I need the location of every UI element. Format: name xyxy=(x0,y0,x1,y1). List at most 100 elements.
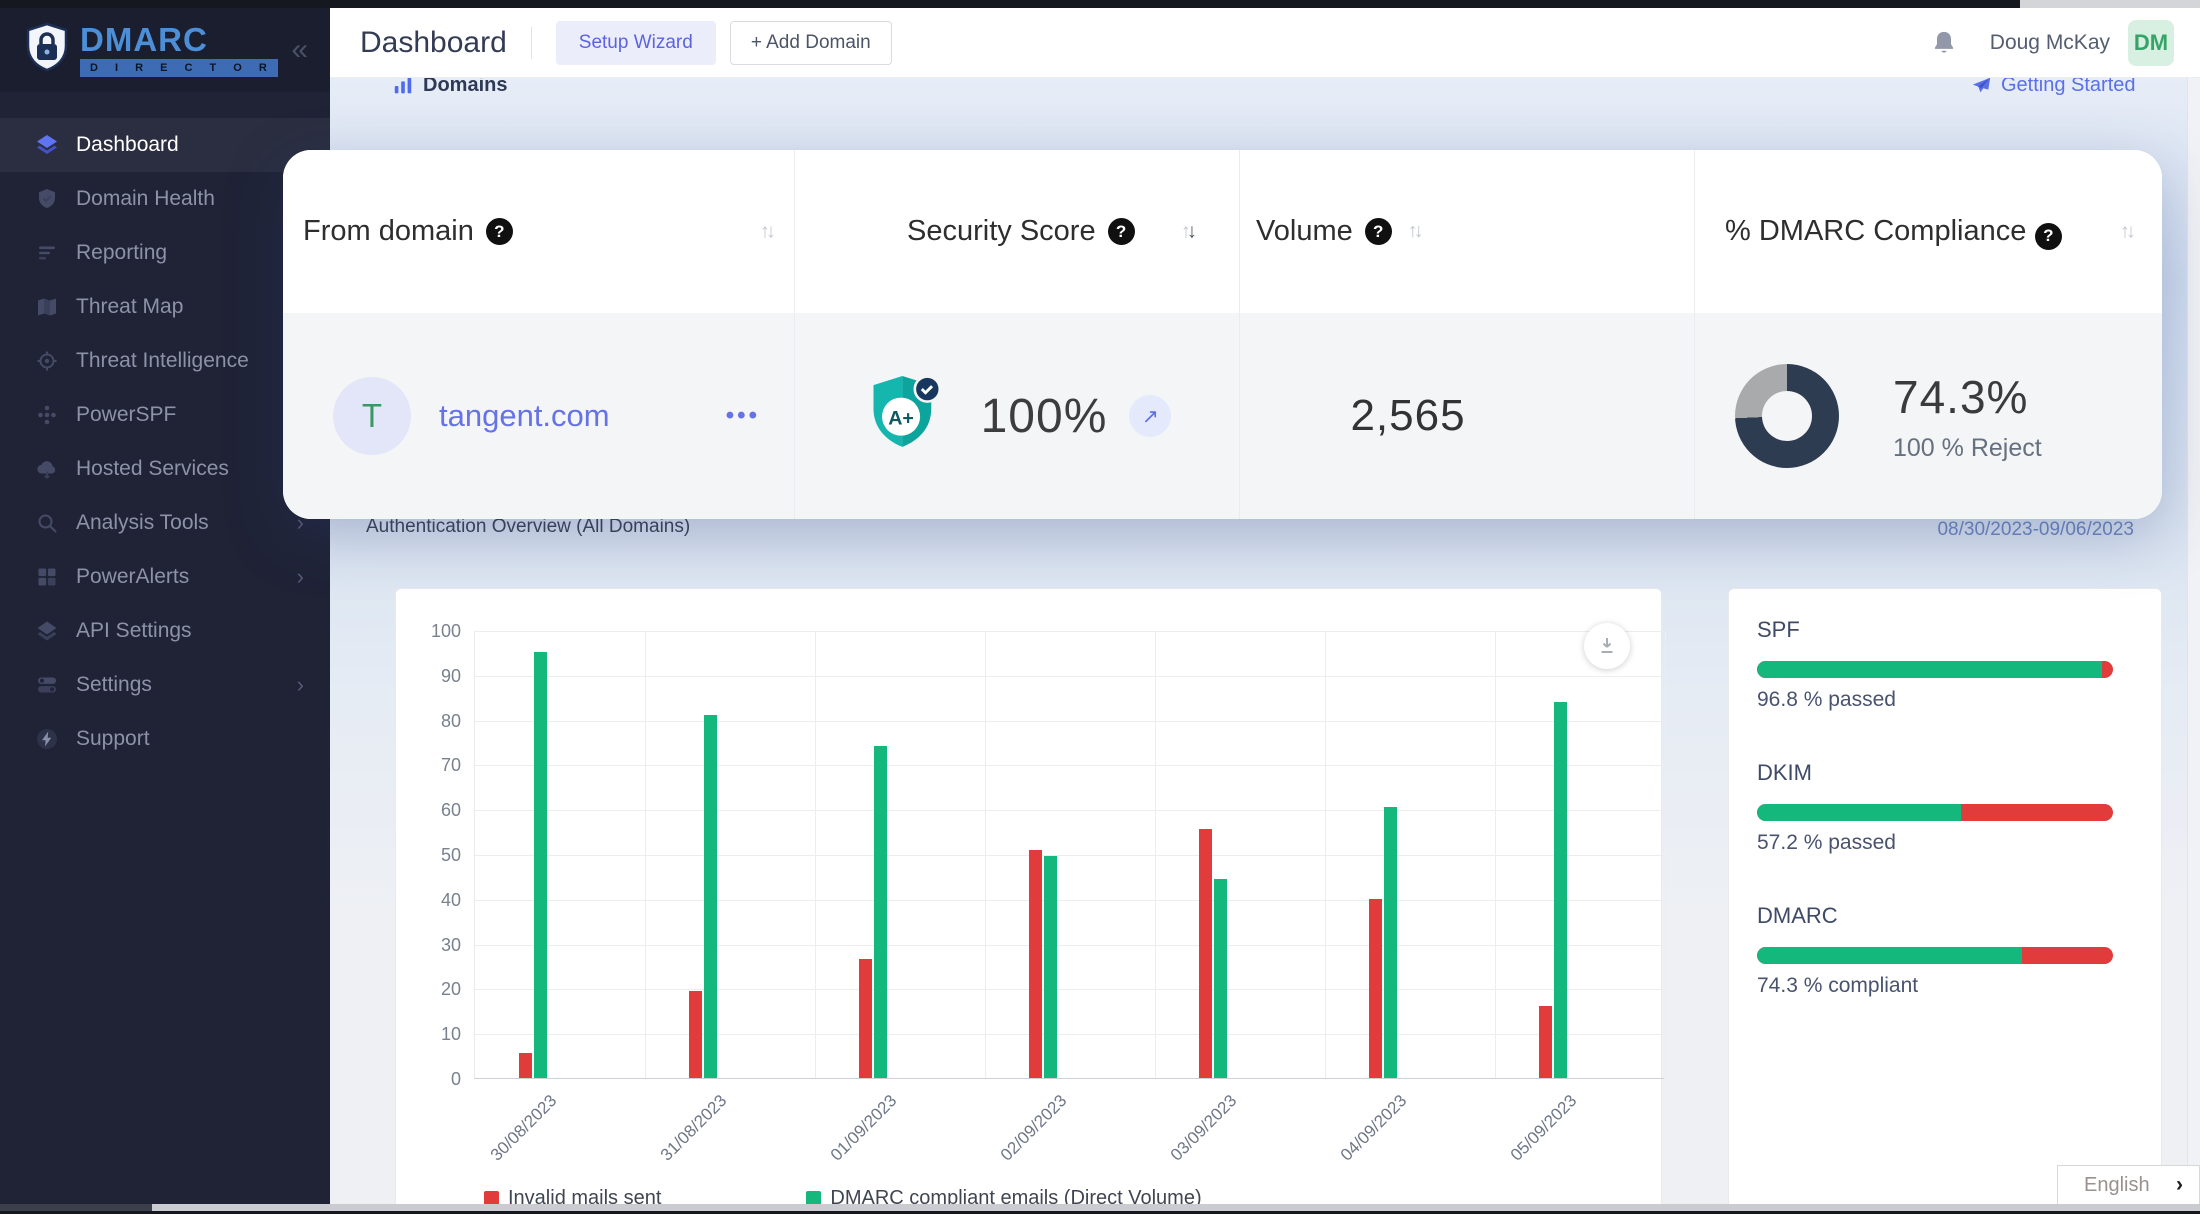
bar-dmarc-compliant-emails-direct-volume[interactable] xyxy=(1214,879,1227,1078)
bar-invalid-mails-sent[interactable] xyxy=(1539,1006,1552,1078)
dashboard-icon xyxy=(34,132,60,158)
bar-dmarc-compliant-emails-direct-volume[interactable] xyxy=(874,746,887,1078)
column-header-from-domain[interactable]: From domain ? ↑↓ xyxy=(283,150,794,313)
sidebar-item-analysis-tools[interactable]: Analysis Tools› xyxy=(0,496,330,550)
gridline xyxy=(1155,631,1156,1078)
column-label: % DMARC Compliance xyxy=(1725,215,2026,247)
date-range[interactable]: 08/30/2023-09/06/2023 xyxy=(1937,519,2134,541)
sidebar-item-api-settings[interactable]: API Settings xyxy=(0,604,330,658)
auth-progress-fill xyxy=(1757,947,2022,964)
bar-invalid-mails-sent[interactable] xyxy=(1199,829,1212,1078)
sidebar-collapse-icon[interactable]: « xyxy=(291,35,308,65)
sidebar-item-label: Threat Map xyxy=(76,295,183,319)
x-tick-label: 31/08/2023 xyxy=(657,1091,731,1165)
help-icon[interactable]: ? xyxy=(1365,218,1392,245)
setup-wizard-button[interactable]: Setup Wizard xyxy=(556,21,716,65)
sidebar-item-threat-intelligence[interactable]: Threat Intelligence xyxy=(0,334,330,388)
gridline xyxy=(475,721,1664,722)
y-tick-label: 30 xyxy=(441,935,461,956)
sidebar-item-powerspf[interactable]: PowerSPF xyxy=(0,388,330,442)
gridline xyxy=(985,631,986,1078)
bar-dmarc-compliant-emails-direct-volume[interactable] xyxy=(534,652,547,1078)
y-tick-label: 20 xyxy=(441,979,461,1000)
cloud-icon xyxy=(34,456,60,482)
chart-plot: 010203040506070809010030/08/202331/08/20… xyxy=(474,631,1664,1079)
sort-toggle[interactable]: ↑↓ xyxy=(760,220,772,243)
getting-started-link[interactable]: Getting Started xyxy=(1970,78,2136,97)
avatar[interactable]: DM xyxy=(2128,20,2174,66)
sort-toggle[interactable]: ↑↓ xyxy=(1181,220,1193,243)
section-title: Authentication Overview (All Domains) xyxy=(366,516,690,538)
bar-dmarc-compliant-emails-direct-volume[interactable] xyxy=(1044,856,1057,1078)
sidebar-item-dashboard[interactable]: Dashboard xyxy=(0,118,330,172)
gridline xyxy=(1495,631,1496,1078)
x-tick-label: 02/09/2023 xyxy=(997,1091,1071,1165)
bar-invalid-mails-sent[interactable] xyxy=(1369,899,1382,1078)
sort-toggle[interactable]: ↑↓ xyxy=(1408,220,1420,243)
window-top-strip-right xyxy=(2020,0,2200,8)
sidebar-item-reporting[interactable]: Reporting xyxy=(0,226,330,280)
help-icon[interactable]: ? xyxy=(2035,223,2062,250)
sidebar-item-label: Threat Intelligence xyxy=(76,349,249,373)
sidebar-item-label: Reporting xyxy=(76,241,167,265)
bar-invalid-mails-sent[interactable] xyxy=(519,1053,532,1078)
sidebar-item-settings[interactable]: Settings› xyxy=(0,658,330,712)
user-name: Doug McKay xyxy=(1990,31,2110,55)
gridline xyxy=(475,810,1664,811)
page-title: Dashboard xyxy=(360,26,507,60)
bar-invalid-mails-sent[interactable] xyxy=(859,959,872,1078)
horizontal-scrollbar-thumb[interactable] xyxy=(0,1204,152,1211)
sidebar-item-poweralerts[interactable]: PowerAlerts› xyxy=(0,550,330,604)
download-chart-button[interactable] xyxy=(1584,623,1630,669)
bar-invalid-mails-sent[interactable] xyxy=(1029,850,1042,1078)
gridline xyxy=(1665,631,1666,1078)
sidebar-nav: Dashboard Domain Health Reporting Threat Ma… xyxy=(0,92,330,766)
security-score-value: 100% xyxy=(981,389,1108,444)
horizontal-scrollbar-track[interactable] xyxy=(0,1204,2200,1211)
column-header-volume[interactable]: Volume ? ↑↓ xyxy=(1239,150,1694,313)
y-tick-label: 0 xyxy=(451,1069,461,1090)
gridline xyxy=(475,676,1664,677)
gridline xyxy=(475,1034,1664,1035)
y-tick-label: 80 xyxy=(441,711,461,732)
column-header-security-score[interactable]: Security Score ? ↑↓ xyxy=(794,150,1239,313)
gridline xyxy=(475,900,1664,901)
sidebar-item-domain-health[interactable]: Domain Health xyxy=(0,172,330,226)
auth-progress-bar xyxy=(1757,804,2113,821)
sort-toggle[interactable]: ↑↓ xyxy=(2120,220,2132,243)
x-tick-label: 05/09/2023 xyxy=(1507,1091,1581,1165)
gridline xyxy=(1325,631,1326,1078)
bell-icon[interactable] xyxy=(1930,29,1958,57)
bar-dmarc-compliant-emails-direct-volume[interactable] xyxy=(1384,807,1397,1078)
auth-item-label: DKIM xyxy=(1757,760,2133,786)
bar-invalid-mails-sent[interactable] xyxy=(689,991,702,1078)
add-domain-button[interactable]: + Add Domain xyxy=(730,21,892,65)
window-top-strip xyxy=(0,0,2020,8)
sidebar-item-support[interactable]: Support xyxy=(0,712,330,766)
domain-link[interactable]: tangent.com xyxy=(439,398,610,434)
language-selector[interactable]: English › xyxy=(2057,1165,2200,1205)
help-icon[interactable]: ? xyxy=(486,218,513,245)
map-icon xyxy=(34,294,60,320)
auth-item-text: 57.2 % passed xyxy=(1757,831,2133,855)
sidebar-item-label: Analysis Tools xyxy=(76,511,209,535)
vertical-scrollbar[interactable] xyxy=(2187,78,2200,1206)
help-icon[interactable]: ? xyxy=(1108,218,1135,245)
sidebar-item-hosted-services[interactable]: Hosted Services xyxy=(0,442,330,496)
bar-dmarc-compliant-emails-direct-volume[interactable] xyxy=(704,715,717,1078)
report-lines-icon xyxy=(34,240,60,266)
domains-section-label: Domains xyxy=(423,78,507,97)
y-tick-label: 90 xyxy=(441,666,461,687)
row-menu-icon[interactable]: ••• xyxy=(726,402,760,430)
security-score-cell: A+ 100% ↗ xyxy=(794,313,1239,519)
column-header-dmarc-compliance[interactable]: % DMARC Compliance ? ↑↓ xyxy=(1694,150,2162,313)
open-score-link-icon[interactable]: ↗ xyxy=(1129,395,1171,437)
x-tick-label: 03/09/2023 xyxy=(1167,1091,1241,1165)
bar-dmarc-compliant-emails-direct-volume[interactable] xyxy=(1554,702,1567,1078)
sidebar-item-threat-map[interactable]: Threat Map xyxy=(0,280,330,334)
y-tick-label: 60 xyxy=(441,800,461,821)
sidebar-item-label: Dashboard xyxy=(76,133,179,157)
bar-chart-icon xyxy=(392,78,414,97)
compliance-percent: 74.3% xyxy=(1893,370,2042,424)
gridline xyxy=(475,945,1664,946)
